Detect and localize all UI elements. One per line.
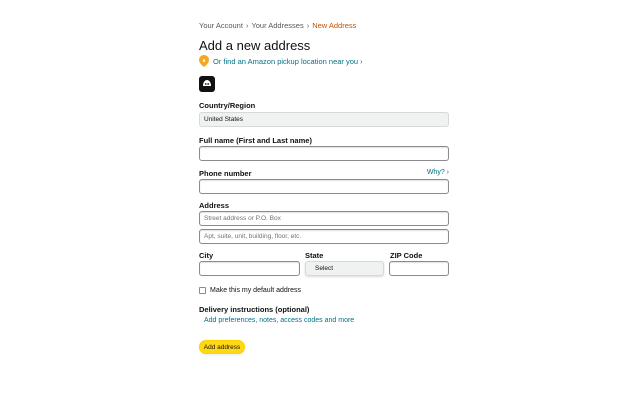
phone-input[interactable] [199, 179, 449, 194]
country-select[interactable]: United States [199, 112, 449, 127]
address-line1-input[interactable]: Street address or P.O. Box [199, 211, 449, 226]
default-address-row: Make this my default address [199, 287, 301, 294]
state-label: State [305, 251, 324, 260]
pickup-location-text: Or find an Amazon pickup location near y… [213, 56, 363, 66]
breadcrumb-separator: › [306, 21, 310, 30]
country-value: United States [204, 116, 244, 123]
phone-label: Phone number [199, 169, 252, 178]
breadcrumb-your-addresses[interactable]: Your Addresses [251, 21, 303, 30]
address-label: Address [199, 201, 230, 210]
full-name-input[interactable] [199, 146, 449, 161]
phone-why-link[interactable]: Why? › [427, 169, 449, 176]
default-address-checkbox[interactable] [199, 287, 206, 294]
add-address-button[interactable]: Add address [199, 340, 245, 354]
brand-logo-icon [199, 76, 215, 92]
add-address-button-label: Add address [203, 343, 241, 351]
address-line2-input[interactable]: Apt, suite, unit, building, floor, etc. [199, 229, 449, 244]
breadcrumb: Your Account › Your Addresses › New Address [199, 21, 356, 30]
delivery-instructions-label: Delivery instructions (optional) [199, 305, 310, 314]
brand-logo-glyph [203, 80, 211, 86]
country-label: Country/Region [199, 101, 256, 110]
address-line2-placeholder: Apt, suite, unit, building, floor, etc. [204, 233, 302, 240]
breadcrumb-current: New Address [312, 21, 357, 30]
breadcrumb-your-account[interactable]: Your Account [199, 21, 243, 30]
state-value: Select [315, 265, 334, 272]
city-input[interactable] [199, 261, 300, 276]
page-title: Add a new address [199, 38, 311, 53]
zip-input[interactable] [389, 261, 449, 276]
breadcrumb-separator: › [245, 21, 249, 30]
address-line1-placeholder: Street address or P.O. Box [204, 215, 281, 222]
zip-label: ZIP Code [390, 251, 423, 260]
default-address-label[interactable]: Make this my default address [210, 287, 301, 294]
pickup-location-link[interactable]: a Or find an Amazon pickup location near… [199, 55, 363, 67]
state-select[interactable]: Select [305, 261, 384, 276]
location-pin-icon: a [199, 55, 209, 67]
delivery-preferences-link[interactable]: Add preferences, notes, access codes and… [204, 317, 354, 324]
full-name-label: Full name (First and Last name) [199, 136, 312, 145]
svg-text:a: a [203, 58, 206, 64]
city-label: City [199, 251, 214, 260]
